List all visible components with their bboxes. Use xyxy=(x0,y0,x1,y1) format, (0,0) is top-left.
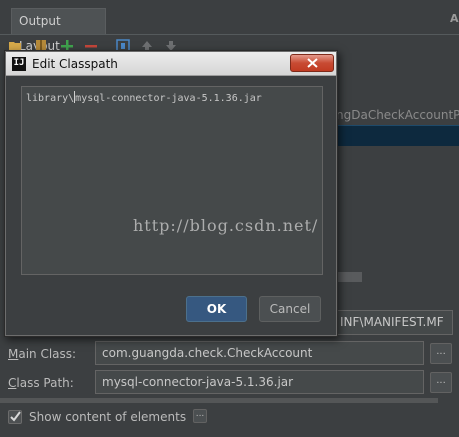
show-content-options-button[interactable]: ... xyxy=(193,409,207,423)
tree-item-partial[interactable]: ngDaCheckAccountP xyxy=(336,108,459,122)
tab-output-layout[interactable]: Output Layout xyxy=(11,8,106,53)
show-content-label: Show content of elements xyxy=(29,410,187,424)
main-class-label: Main Class: xyxy=(8,347,77,361)
dialog-titlebar[interactable]: IJ Edit Classpath xyxy=(6,52,336,76)
close-icon xyxy=(307,58,318,68)
ok-button[interactable]: OK xyxy=(186,296,247,322)
tab-bar: Output Layout A xyxy=(0,0,459,53)
tab-divider xyxy=(0,34,459,35)
check-icon xyxy=(10,411,21,422)
watermark: http://blog.csdn.net/ xyxy=(133,216,319,235)
show-content-checkbox[interactable] xyxy=(8,410,22,424)
selected-tree-row[interactable] xyxy=(336,125,459,146)
class-path-field[interactable]: mysql-connector-java-5.1.36.jar xyxy=(95,370,424,394)
intellij-icon: IJ xyxy=(12,57,26,71)
horizontal-scrollbar[interactable] xyxy=(0,398,438,403)
class-path-label: Class Path: xyxy=(8,376,74,390)
cancel-button[interactable]: Cancel xyxy=(259,296,321,322)
scrollbar-thumb[interactable] xyxy=(336,272,362,282)
main-class-browse-button[interactable]: ... xyxy=(430,343,452,364)
dialog-close-button[interactable] xyxy=(290,54,334,72)
main-class-row: Main Class: com.guangda.check.CheckAccou… xyxy=(0,341,459,367)
editor-text-after-caret: mysql-connector-java-5.1.36.jar xyxy=(75,93,262,104)
dialog-title: Edit Classpath xyxy=(32,57,118,71)
edit-classpath-dialog: IJ Edit Classpath library\mysql-connecto… xyxy=(4,50,338,337)
classpath-editor[interactable]: library\mysql-connector-java-5.1.36.jar xyxy=(21,86,323,275)
editor-text-before-caret: library\ xyxy=(26,93,75,104)
main-class-field[interactable]: com.guangda.check.CheckAccount xyxy=(95,341,424,365)
class-path-row: Class Path: mysql-connector-java-5.1.36.… xyxy=(0,370,459,396)
manifest-path-field[interactable]: INF\MANIFEST.MF xyxy=(336,310,453,335)
class-path-browse-button[interactable]: ... xyxy=(430,372,452,393)
right-edge-label: A xyxy=(450,12,459,25)
